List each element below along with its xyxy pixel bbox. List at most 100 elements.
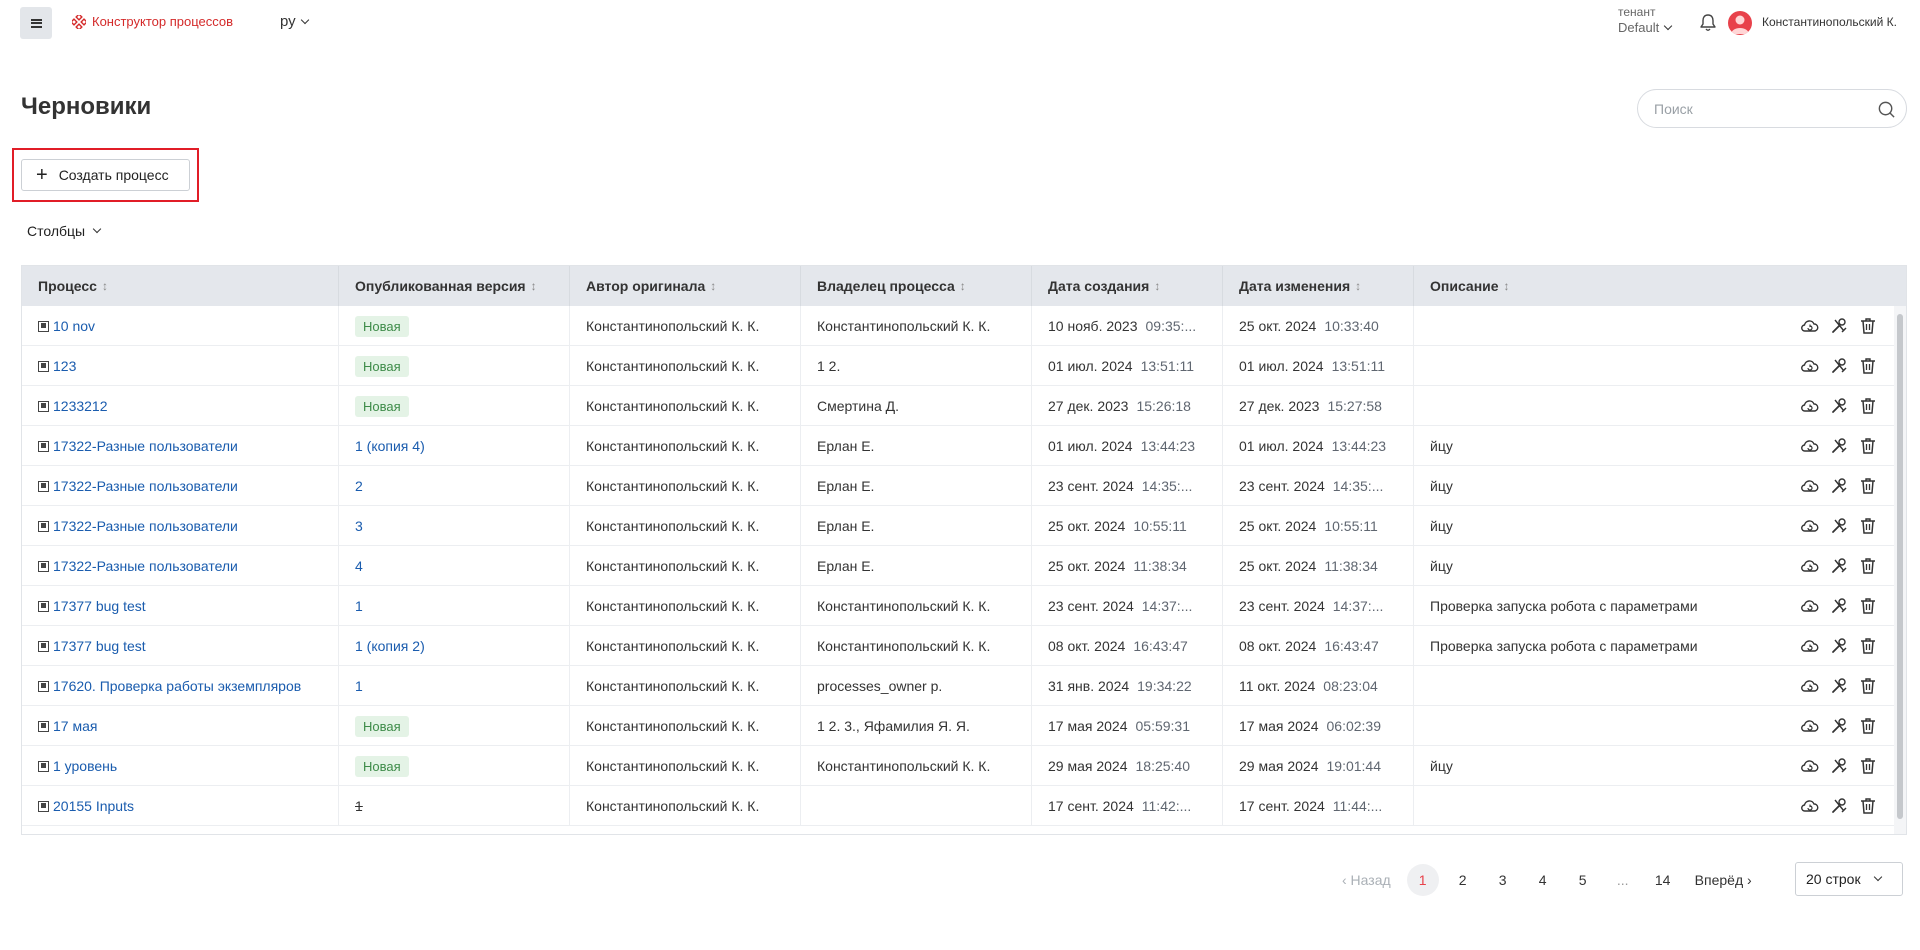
table-row[interactable]: 1 уровень Новая Константинопольский К. К. К… — [22, 746, 1906, 786]
menu-button[interactable] — [20, 7, 52, 39]
version-link[interactable]: 2 — [355, 478, 363, 494]
sort-icon[interactable]: ↕ — [102, 279, 108, 293]
trash-icon[interactable] — [1858, 396, 1878, 416]
settings-tools-icon[interactable] — [1829, 316, 1849, 336]
sort-icon[interactable]: ↕ — [960, 279, 966, 293]
settings-tools-icon[interactable] — [1829, 756, 1849, 776]
table-row[interactable]: 20155 Inputs 1 Константинопольский К. К. 17… — [22, 786, 1906, 826]
trash-icon[interactable] — [1858, 676, 1878, 696]
sort-icon[interactable]: ↕ — [710, 279, 716, 293]
trash-icon[interactable] — [1858, 636, 1878, 656]
columns-dropdown[interactable]: Столбцы — [27, 223, 102, 239]
table-row[interactable]: 17620. Проверка работы экземпляров 1 Конст… — [22, 666, 1906, 706]
process-link[interactable]: 17322-Разные пользователи — [38, 438, 238, 454]
restore-cloud-icon[interactable] — [1800, 516, 1820, 536]
table-row[interactable]: 17 мая Новая Константинопольский К. К. 1 2.… — [22, 706, 1906, 746]
column-header-created[interactable]: Дата создания ↕ — [1032, 266, 1223, 306]
table-row[interactable]: 17377 bug test 1 Константинопольский К. К.… — [22, 586, 1906, 626]
restore-cloud-icon[interactable] — [1800, 796, 1820, 816]
trash-icon[interactable] — [1858, 356, 1878, 376]
sort-icon[interactable]: ↕ — [1154, 279, 1160, 293]
process-link[interactable]: 17377 bug test — [38, 598, 146, 614]
restore-cloud-icon[interactable] — [1800, 756, 1820, 776]
table-row[interactable]: 17377 bug test 1 (копия 2) Константинополь… — [22, 626, 1906, 666]
settings-tools-icon[interactable] — [1829, 796, 1849, 816]
trash-icon[interactable] — [1858, 556, 1878, 576]
version-link[interactable]: 1 — [355, 678, 363, 694]
process-link[interactable]: 17377 bug test — [38, 638, 146, 654]
process-link[interactable]: 1 уровень — [38, 758, 117, 774]
create-process-button[interactable]: + Создать процесс — [21, 159, 190, 191]
process-link[interactable]: 17 мая — [38, 718, 97, 734]
rows-per-page-select[interactable]: 20 строк — [1795, 862, 1903, 896]
page-button-14[interactable]: 14 — [1647, 864, 1679, 896]
trash-icon[interactable] — [1858, 796, 1878, 816]
table-row[interactable]: 17322-Разные пользователи 4 Константинопол… — [22, 546, 1906, 586]
page-button-5[interactable]: 5 — [1567, 864, 1599, 896]
process-link[interactable]: 123 — [38, 358, 76, 374]
column-header-description[interactable]: Описание ↕ — [1414, 266, 1906, 306]
column-header-version[interactable]: Опубликованная версия ↕ — [339, 266, 570, 306]
avatar[interactable] — [1728, 11, 1752, 35]
column-header-modified[interactable]: Дата изменения ↕ — [1223, 266, 1414, 306]
user-name[interactable]: Константинопольский К. — [1762, 15, 1897, 29]
brand-link[interactable]: Конструктор процессов — [72, 14, 233, 29]
trash-icon[interactable] — [1858, 716, 1878, 736]
table-row[interactable]: 123 Новая Константинопольский К. К. 1 2. 01 … — [22, 346, 1906, 386]
sort-icon[interactable]: ↕ — [1355, 279, 1361, 293]
restore-cloud-icon[interactable] — [1800, 716, 1820, 736]
process-link[interactable]: 17620. Проверка работы экземпляров — [38, 678, 301, 694]
trash-icon[interactable] — [1858, 476, 1878, 496]
settings-tools-icon[interactable] — [1829, 436, 1849, 456]
prev-page-button[interactable]: ‹ Назад — [1342, 872, 1391, 888]
process-link[interactable]: 1233212 — [38, 398, 108, 414]
version-link[interactable]: 3 — [355, 518, 363, 534]
process-link[interactable]: 17322-Разные пользователи — [38, 478, 238, 494]
settings-tools-icon[interactable] — [1829, 636, 1849, 656]
process-link[interactable]: 20155 Inputs — [38, 798, 134, 814]
settings-tools-icon[interactable] — [1829, 716, 1849, 736]
search-input[interactable] — [1654, 100, 1864, 117]
settings-tools-icon[interactable] — [1829, 476, 1849, 496]
search-box[interactable] — [1637, 89, 1907, 128]
trash-icon[interactable] — [1858, 756, 1878, 776]
version-link[interactable]: 1 (копия 2) — [355, 638, 425, 654]
trash-icon[interactable] — [1858, 436, 1878, 456]
settings-tools-icon[interactable] — [1829, 516, 1849, 536]
tenant-selector[interactable]: тенант Default — [1618, 5, 1673, 35]
restore-cloud-icon[interactable] — [1800, 396, 1820, 416]
scrollbar[interactable] — [1894, 306, 1906, 834]
restore-cloud-icon[interactable] — [1800, 316, 1820, 336]
sort-icon[interactable]: ↕ — [531, 279, 537, 293]
trash-icon[interactable] — [1858, 516, 1878, 536]
restore-cloud-icon[interactable] — [1800, 436, 1820, 456]
table-row[interactable]: 17322-Разные пользователи 2 Константинопол… — [22, 466, 1906, 506]
table-row[interactable]: 17322-Разные пользователи 1 (копия 4) Конс… — [22, 426, 1906, 466]
version-link[interactable]: 1 — [355, 598, 363, 614]
page-button-4[interactable]: 4 — [1527, 864, 1559, 896]
column-header-author[interactable]: Автор оригинала ↕ — [570, 266, 801, 306]
restore-cloud-icon[interactable] — [1800, 556, 1820, 576]
restore-cloud-icon[interactable] — [1800, 476, 1820, 496]
process-link[interactable]: 10 nov — [38, 318, 95, 334]
settings-tools-icon[interactable] — [1829, 676, 1849, 696]
process-link[interactable]: 17322-Разные пользователи — [38, 518, 238, 534]
table-row[interactable]: 17322-Разные пользователи 3 Константинопол… — [22, 506, 1906, 546]
trash-icon[interactable] — [1858, 316, 1878, 336]
settings-tools-icon[interactable] — [1829, 556, 1849, 576]
version-link[interactable]: 4 — [355, 558, 363, 574]
column-header-owner[interactable]: Владелец процесса ↕ — [801, 266, 1032, 306]
version-link[interactable]: 1 (копия 4) — [355, 438, 425, 454]
search-icon[interactable] — [1877, 100, 1896, 119]
process-link[interactable]: 17322-Разные пользователи — [38, 558, 238, 574]
page-button-3[interactable]: 3 — [1487, 864, 1519, 896]
restore-cloud-icon[interactable] — [1800, 676, 1820, 696]
settings-tools-icon[interactable] — [1829, 396, 1849, 416]
bell-icon[interactable] — [1698, 13, 1718, 33]
restore-cloud-icon[interactable] — [1800, 636, 1820, 656]
page-button-2[interactable]: 2 — [1447, 864, 1479, 896]
next-page-button[interactable]: Вперёд › — [1695, 872, 1752, 888]
table-row[interactable]: 1233212 Новая Константинопольский К. К. Сме… — [22, 386, 1906, 426]
page-button-1[interactable]: 1 — [1406, 864, 1439, 896]
restore-cloud-icon[interactable] — [1800, 356, 1820, 376]
